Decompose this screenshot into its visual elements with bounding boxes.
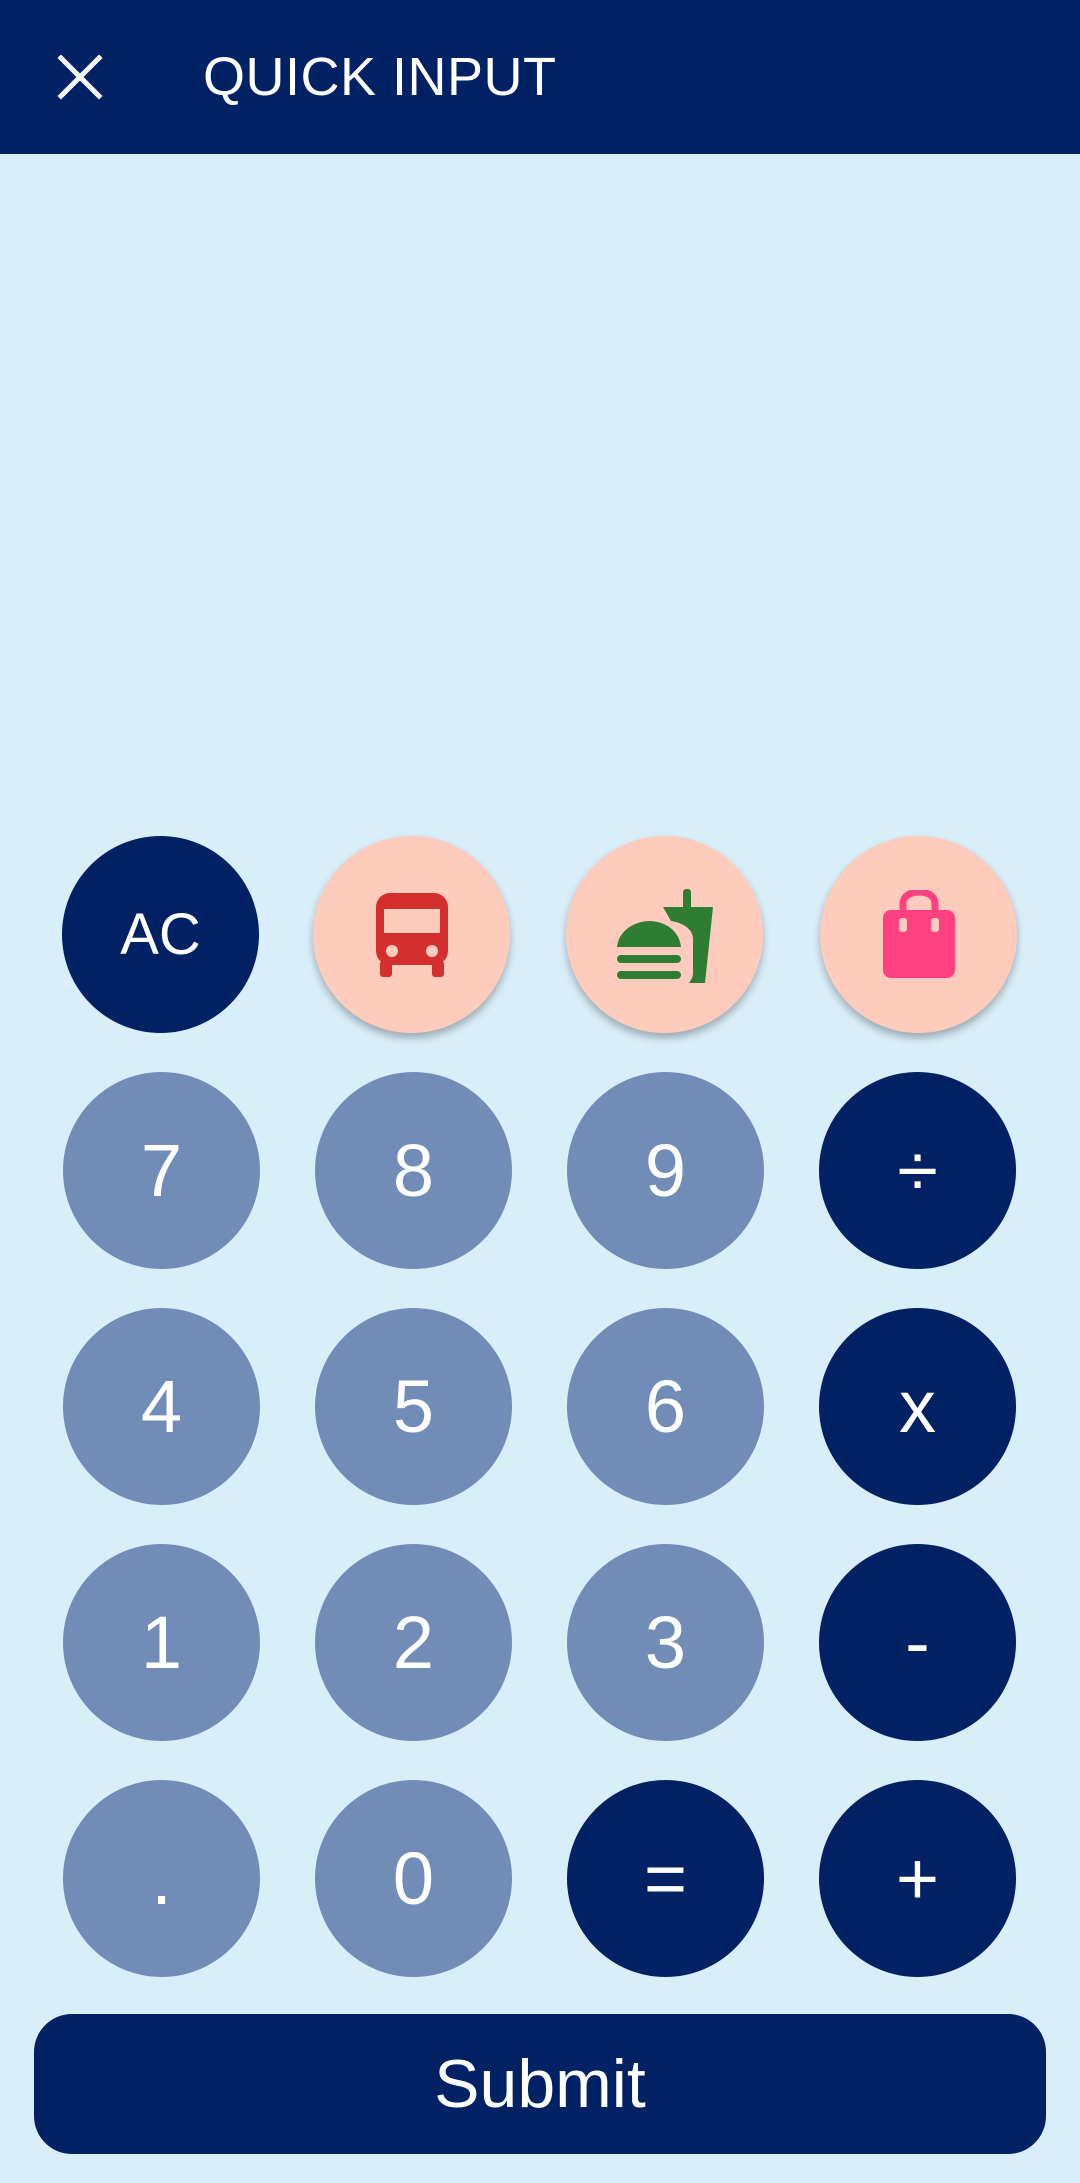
clear-button[interactable]: AC bbox=[62, 836, 259, 1033]
add-button[interactable]: + bbox=[819, 1780, 1016, 1977]
digit-1-button[interactable]: 1 bbox=[63, 1544, 260, 1741]
page-title: QUICK INPUT bbox=[203, 47, 557, 107]
shopping-bag-icon bbox=[882, 889, 955, 978]
digit-4-button[interactable]: 4 bbox=[63, 1308, 260, 1505]
multiply-button[interactable]: x bbox=[819, 1308, 1016, 1505]
subtract-button[interactable]: - bbox=[819, 1544, 1016, 1741]
app-bar: QUICK INPUT bbox=[0, 0, 1080, 154]
decimal-point-button[interactable]: . bbox=[63, 1780, 260, 1977]
close-button[interactable] bbox=[40, 37, 120, 117]
digit-9-button[interactable]: 9 bbox=[567, 1072, 764, 1269]
digit-3-button[interactable]: 3 bbox=[567, 1544, 764, 1741]
submit-button[interactable]: Submit bbox=[34, 2014, 1046, 2154]
bus-icon bbox=[375, 892, 448, 977]
divide-button[interactable]: ÷ bbox=[819, 1072, 1016, 1269]
digit-0-button[interactable]: 0 bbox=[315, 1780, 512, 1977]
category-transport-button[interactable] bbox=[313, 836, 510, 1033]
digit-7-button[interactable]: 7 bbox=[63, 1072, 260, 1269]
digit-8-button[interactable]: 8 bbox=[315, 1072, 512, 1269]
input-display bbox=[0, 154, 1080, 814]
close-icon bbox=[57, 54, 103, 100]
equals-button[interactable]: = bbox=[567, 1780, 764, 1977]
category-shopping-button[interactable] bbox=[820, 836, 1017, 1033]
category-food-button[interactable] bbox=[566, 836, 763, 1033]
digit-2-button[interactable]: 2 bbox=[315, 1544, 512, 1741]
fastfood-icon bbox=[616, 888, 713, 983]
digit-5-button[interactable]: 5 bbox=[315, 1308, 512, 1505]
digit-6-button[interactable]: 6 bbox=[567, 1308, 764, 1505]
